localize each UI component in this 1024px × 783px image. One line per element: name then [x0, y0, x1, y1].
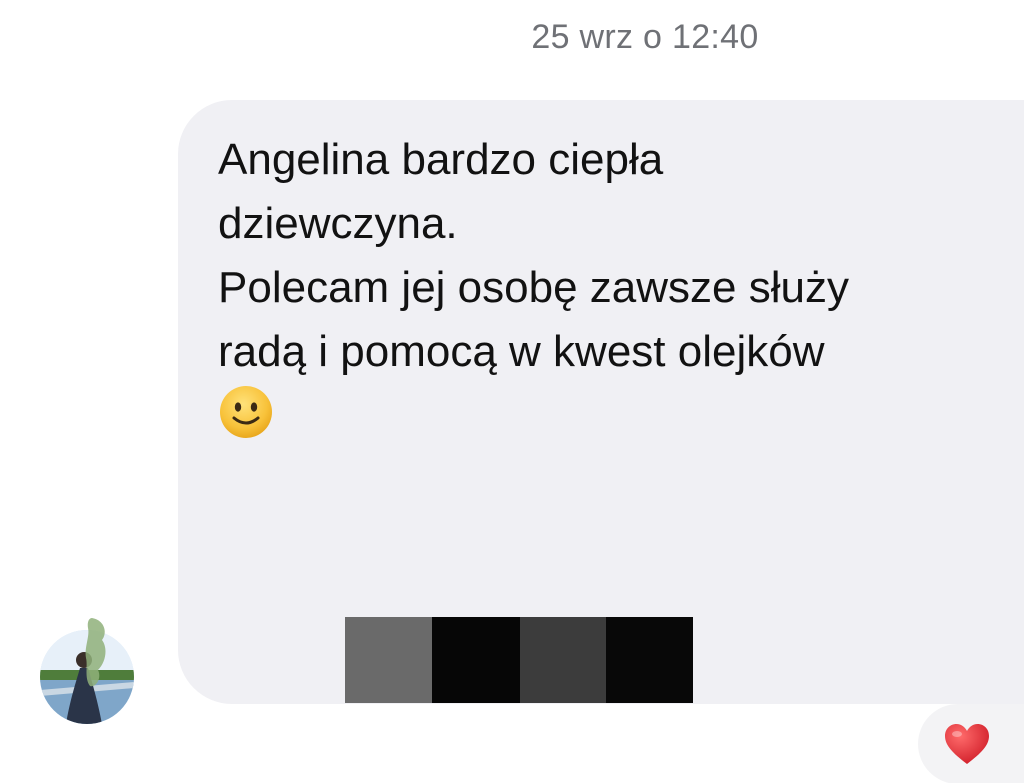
- reaction-badge[interactable]: [918, 704, 1024, 783]
- message-line: radą i pomocą w kwest olejków: [218, 327, 825, 376]
- avatar-status-blur: [85, 618, 106, 687]
- slightly-smiling-face-icon: [220, 386, 272, 438]
- redaction-segment: [606, 617, 693, 703]
- message-text: Angelina bardzo ciepła dziewczyna. Polec…: [218, 128, 998, 384]
- redaction-block: [345, 617, 693, 703]
- message-line: Polecam jej osobę zawsze służy: [218, 263, 849, 312]
- message-timestamp: 25 wrz o 12:40: [531, 18, 759, 56]
- heart-icon: [945, 724, 989, 764]
- chat-screen: 25 wrz o 12:40 Angelina bardzo ciepła dz…: [0, 0, 1024, 783]
- redaction-segment: [345, 617, 432, 703]
- redaction-segment: [432, 617, 520, 703]
- message-line: dziewczyna.: [218, 199, 458, 248]
- message-line: Angelina bardzo ciepła: [218, 135, 664, 184]
- redaction-segment: [520, 617, 606, 703]
